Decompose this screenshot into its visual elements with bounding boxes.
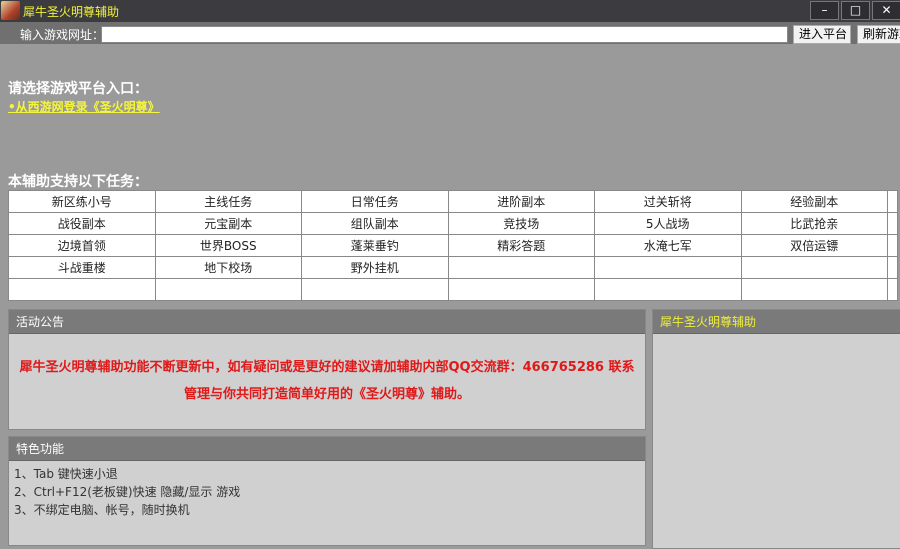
task-cell: 水淹七军 <box>594 234 742 257</box>
task-cell: 斗战重楼 <box>8 256 156 279</box>
tasks-table: 新区练小号 主线任务 日常任务 进阶副本 过关斩将 经验副本 战役副本 元宝副本 组队副本 竞技场… <box>8 190 898 301</box>
table-row: 战役副本 元宝副本 组队副本 竞技场 5人战场 比武抢亲 <box>8 212 898 235</box>
task-cell <box>447 256 595 279</box>
app-logo-icon <box>1 1 20 20</box>
task-cell: 竞技场 <box>447 212 595 235</box>
task-cell <box>594 278 742 301</box>
feature-item: 3、不绑定电脑、帐号，随时换机 <box>14 503 190 517</box>
task-cell <box>740 278 888 301</box>
task-cell <box>887 256 898 279</box>
minimize-button[interactable]: – <box>810 1 839 20</box>
task-cell <box>887 234 898 257</box>
task-cell: 进阶副本 <box>447 190 595 213</box>
maximize-button[interactable]: □ <box>841 1 870 20</box>
task-cell: 精彩答题 <box>447 234 595 257</box>
url-label: 输入游戏网址： <box>20 28 105 42</box>
table-row <box>8 278 898 301</box>
task-cell: 日常任务 <box>301 190 449 213</box>
window-title: 犀牛圣火明尊辅助 <box>23 5 120 19</box>
task-cell: 5人战场 <box>594 212 742 235</box>
task-cell: 双倍运镖 <box>740 234 888 257</box>
table-row: 新区练小号 主线任务 日常任务 进阶副本 过关斩将 经验副本 <box>8 190 898 213</box>
task-cell: 边境首领 <box>8 234 156 257</box>
tasks-heading: 本辅助支持以下任务： <box>8 174 148 190</box>
task-cell: 新区练小号 <box>8 190 156 213</box>
platform-link[interactable]: •从西游网登录《圣火明尊》 <box>8 98 160 115</box>
task-cell <box>887 278 898 301</box>
table-row: 边境首领 世界BOSS 蓬莱垂钓 精彩答题 水淹七军 双倍运镖 <box>8 234 898 257</box>
notice-text: 犀牛圣火明尊辅助功能不断更新中，如有疑问或是更好的建议请加辅助内部QQ交流群：4… <box>19 360 635 402</box>
close-button[interactable]: ✕ <box>872 1 900 20</box>
task-cell <box>447 278 595 301</box>
platform-heading: 请选择游戏平台入口： <box>8 81 148 97</box>
task-cell <box>887 212 898 235</box>
refresh-game-button[interactable]: 刷新游戏 <box>857 25 900 44</box>
task-cell: 经验副本 <box>740 190 888 213</box>
notice-header: 活动公告 <box>9 310 645 334</box>
task-cell: 过关斩将 <box>594 190 742 213</box>
task-cell: 战役副本 <box>8 212 156 235</box>
task-cell <box>154 278 302 301</box>
enter-platform-button[interactable]: 进入平台 <box>793 25 851 44</box>
task-cell: 世界BOSS <box>154 234 302 257</box>
task-cell: 野外挂机 <box>301 256 449 279</box>
url-input[interactable] <box>101 26 788 43</box>
task-cell <box>8 278 156 301</box>
task-cell <box>887 190 898 213</box>
title-bar: 犀牛圣火明尊辅助 – □ ✕ <box>0 0 900 22</box>
task-cell: 组队副本 <box>301 212 449 235</box>
task-cell: 地下校场 <box>154 256 302 279</box>
side-panel: 犀牛圣火明尊辅助 <box>652 309 900 549</box>
task-cell: 比武抢亲 <box>740 212 888 235</box>
features-panel: 特色功能 1、Tab 键快速小退 2、Ctrl+F12(老板键)快速 隐藏/显示… <box>8 436 646 546</box>
task-cell <box>594 256 742 279</box>
features-header: 特色功能 <box>9 437 645 461</box>
notice-panel: 活动公告 犀牛圣火明尊辅助功能不断更新中，如有疑问或是更好的建议请加辅助内部QQ… <box>8 309 646 430</box>
task-cell <box>301 278 449 301</box>
task-cell: 元宝副本 <box>154 212 302 235</box>
feature-item: 2、Ctrl+F12(老板键)快速 隐藏/显示 游戏 <box>14 485 241 499</box>
url-bar: 输入游戏网址： 进入平台 刷新游戏 <box>0 22 900 44</box>
feature-item: 1、Tab 键快速小退 <box>14 467 118 481</box>
task-cell: 主线任务 <box>154 190 302 213</box>
task-cell <box>740 256 888 279</box>
side-panel-header: 犀牛圣火明尊辅助 <box>653 310 900 334</box>
table-row: 斗战重楼 地下校场 野外挂机 <box>8 256 898 279</box>
task-cell: 蓬莱垂钓 <box>301 234 449 257</box>
